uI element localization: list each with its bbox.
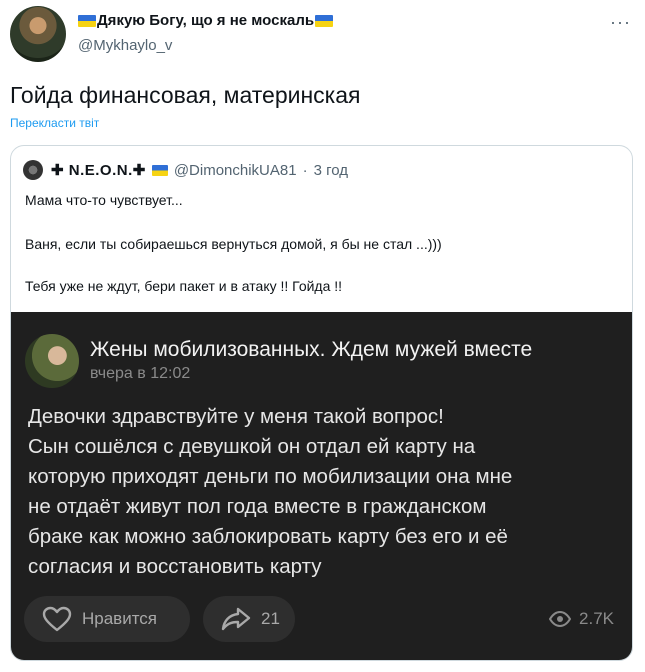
tweet-text: Гойда финансовая, материнская bbox=[10, 82, 361, 108]
views-counter: 2.7K bbox=[549, 609, 614, 629]
post-body-line: Сын сошёлся с девушкой он отдал ей карту… bbox=[28, 435, 476, 458]
quote-separator: · bbox=[302, 161, 308, 179]
tweet-header: Дякую Богу, що я не москаль @Mykhaylo_v … bbox=[10, 6, 635, 66]
author-display-name[interactable]: Дякую Богу, що я не москаль bbox=[97, 12, 314, 29]
eye-icon bbox=[549, 611, 572, 627]
quoted-tweet[interactable]: ✚ N.E.O.N.✚ @DimonchikUA81 · 3 год Мама … bbox=[10, 145, 633, 661]
post-body-line: не отдаёт живут пол года вместе в гражда… bbox=[28, 495, 487, 518]
quote-header: ✚ N.E.O.N.✚ @DimonchikUA81 · 3 год bbox=[23, 160, 348, 180]
post-time: вчера в 12:02 bbox=[90, 365, 191, 382]
author-name-row[interactable]: Дякую Богу, що я не москаль bbox=[78, 12, 334, 29]
share-button[interactable]: 21 bbox=[203, 596, 295, 642]
quote-author-handle: @DimonchikUA81 bbox=[173, 161, 297, 179]
author-handle[interactable]: @Mykhaylo_v bbox=[78, 37, 172, 54]
ukraine-flag-icon bbox=[151, 164, 168, 176]
quote-text-line: Мама что-то чувствует... bbox=[25, 192, 183, 208]
group-avatar bbox=[25, 334, 79, 388]
post-body-line: согласия и восстановить карту bbox=[28, 555, 322, 578]
like-button[interactable]: Нравится bbox=[24, 596, 190, 642]
quote-avatar bbox=[23, 160, 43, 180]
views-count: 2.7K bbox=[579, 609, 614, 628]
post-body-line: Девочки здравствуйте у меня такой вопрос… bbox=[28, 405, 444, 428]
share-arrow-icon bbox=[221, 606, 251, 632]
post-body: Девочки здравствуйте у меня такой вопрос… bbox=[28, 402, 618, 582]
ukraine-flag-icon bbox=[315, 14, 334, 27]
quote-timestamp: 3 год bbox=[313, 161, 349, 179]
author-avatar[interactable] bbox=[10, 6, 66, 62]
post-body-line: браке как можно заблокировать карту без … bbox=[28, 525, 508, 548]
attached-screenshot[interactable]: Жены мобилизованных. Ждем мужей вместе в… bbox=[11, 312, 632, 660]
heart-icon bbox=[42, 606, 72, 632]
share-count: 21 bbox=[261, 609, 280, 628]
quote-text-line: Ваня, если ты собираешься вернуться домо… bbox=[25, 236, 442, 252]
quote-author-name: ✚ N.E.O.N.✚ bbox=[51, 162, 146, 179]
quote-text-line: Тебя уже не ждут, бери пакет и в атаку !… bbox=[25, 278, 343, 294]
post-body-line: которую приходят деньги по мобилизации о… bbox=[28, 465, 513, 488]
ukraine-flag-icon bbox=[78, 14, 96, 27]
group-title: Жены мобилизованных. Ждем мужей вместе bbox=[90, 338, 533, 361]
more-options-icon[interactable]: ··· bbox=[610, 12, 631, 33]
translate-tweet-link[interactable]: Перекласти твіт bbox=[10, 116, 99, 130]
like-label: Нравится bbox=[82, 609, 158, 628]
